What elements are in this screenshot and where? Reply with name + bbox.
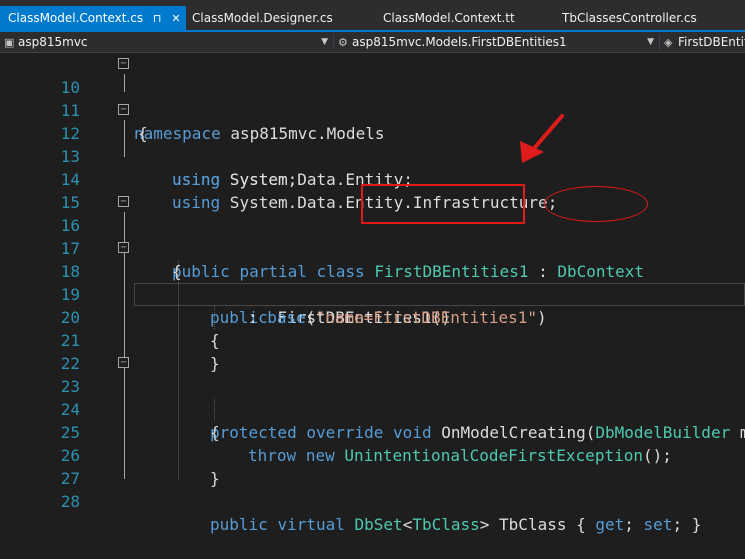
- keyword: public: [210, 515, 268, 534]
- code-text: >: [479, 515, 490, 534]
- keyword: virtual: [277, 515, 345, 534]
- code-text: TbClass {: [489, 515, 596, 534]
- line-number: 28: [60, 492, 80, 511]
- red-arrow-annotation: [520, 114, 564, 163]
- keyword: set: [643, 515, 673, 534]
- keyword: get: [595, 515, 625, 534]
- code-text: <: [402, 515, 413, 534]
- type-name: TbClass: [412, 515, 480, 534]
- type-name: DbSet: [354, 515, 403, 534]
- code-text: ; }: [672, 515, 702, 534]
- code-text: ;: [624, 515, 644, 534]
